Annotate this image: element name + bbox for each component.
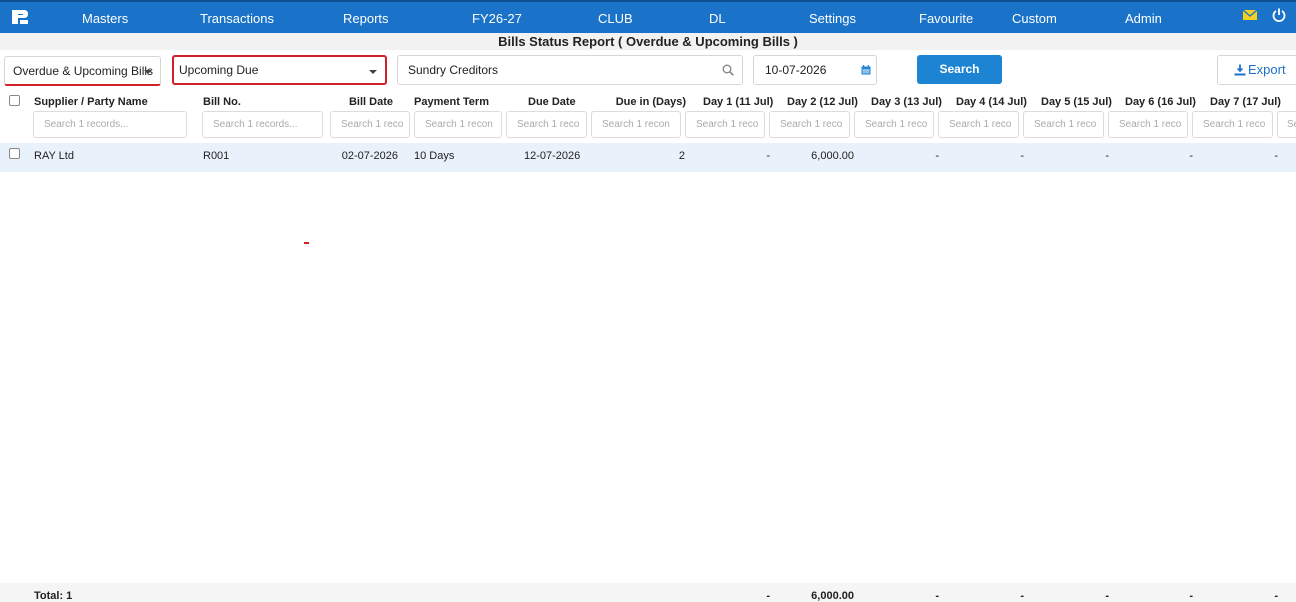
filter-supplier[interactable]: Search 1 records... bbox=[33, 111, 187, 138]
col-day-6[interactable]: Day 6 (16 Jul) bbox=[1125, 96, 1196, 108]
col-payment-term[interactable]: Payment Term bbox=[414, 96, 489, 108]
footer-day-1: - bbox=[766, 590, 770, 602]
filter-day-6[interactable]: Search 1 reco bbox=[1108, 111, 1188, 138]
col-day-2[interactable]: Day 2 (12 Jul) bbox=[787, 96, 858, 108]
nav-masters[interactable]: Masters bbox=[82, 11, 128, 26]
export-button[interactable]: Export bbox=[1217, 55, 1296, 85]
bill-type-value: Overdue & Upcoming Bills bbox=[13, 64, 154, 78]
cell-due-date: 12-07-2026 bbox=[524, 150, 581, 162]
date-input[interactable]: 10-07-2026 bbox=[753, 55, 877, 85]
red-marker bbox=[304, 242, 309, 244]
filter-day-2[interactable]: Search 1 reco bbox=[769, 111, 850, 138]
cell-day-6: - bbox=[1189, 150, 1193, 162]
date-value: 10-07-2026 bbox=[765, 63, 827, 77]
cell-payment-term: 10 Days bbox=[414, 150, 455, 162]
filter-day-1[interactable]: Search 1 reco bbox=[685, 111, 765, 138]
due-type-value: Upcoming Due bbox=[179, 63, 259, 77]
filter-day-7[interactable]: Search 1 reco bbox=[1192, 111, 1273, 138]
col-bill-date[interactable]: Bill Date bbox=[300, 96, 393, 108]
cell-bill-no: R001 bbox=[203, 150, 230, 162]
nav-reports[interactable]: Reports bbox=[343, 11, 389, 26]
cell-day-2: 6,000.00 bbox=[811, 150, 854, 162]
search-button[interactable]: Search bbox=[917, 55, 1002, 84]
calendar-icon[interactable] bbox=[861, 65, 871, 75]
cell-due-in-days: 2 bbox=[678, 150, 685, 162]
footer-day-4: - bbox=[1020, 590, 1024, 602]
col-supplier[interactable]: Supplier / Party Name bbox=[34, 96, 148, 108]
footer-day-2: 6,000.00 bbox=[811, 590, 854, 602]
mail-icon[interactable] bbox=[1242, 7, 1258, 23]
footer-day-6: - bbox=[1189, 590, 1193, 602]
caret-down-icon bbox=[144, 70, 152, 74]
nav-fy[interactable]: FY26-27 bbox=[472, 11, 522, 26]
party-group-value: Sundry Creditors bbox=[408, 63, 499, 77]
filter-day-5[interactable]: Search 1 reco bbox=[1023, 111, 1104, 138]
footer-day-7: - bbox=[1274, 590, 1278, 602]
col-day-3[interactable]: Day 3 (13 Jul) bbox=[871, 96, 942, 108]
due-type-select[interactable]: Upcoming Due bbox=[172, 55, 387, 85]
cell-bill-date: 02-07-2026 bbox=[341, 150, 398, 162]
power-icon[interactable] bbox=[1271, 7, 1287, 23]
footer-total-count: Total: 1 bbox=[34, 590, 73, 602]
select-all-checkbox[interactable] bbox=[9, 95, 20, 106]
report-title: Bills Status Report ( Overdue & Upcoming… bbox=[0, 33, 1296, 50]
download-icon bbox=[1234, 64, 1246, 76]
col-day-1[interactable]: Day 1 (11 Jul) bbox=[703, 96, 773, 108]
party-group-input[interactable]: Sundry Creditors bbox=[397, 55, 743, 85]
filter-day-4[interactable]: Search 1 reco bbox=[938, 111, 1019, 138]
top-nav: Masters Transactions Reports FY26-27 CLU… bbox=[0, 0, 1296, 33]
nav-settings[interactable]: Settings bbox=[809, 11, 856, 26]
caret-down-icon bbox=[369, 70, 377, 74]
col-due-in-days[interactable]: Due in (Days) bbox=[590, 96, 686, 108]
cell-supplier: RAY Ltd bbox=[34, 150, 74, 162]
cell-day-7: - bbox=[1274, 150, 1278, 162]
logo-icon[interactable] bbox=[10, 8, 30, 26]
cell-day-1: - bbox=[766, 150, 770, 162]
nav-admin[interactable]: Admin bbox=[1125, 11, 1162, 26]
filter-bill-date[interactable]: Search 1 reco bbox=[330, 111, 410, 138]
cell-day-3: - bbox=[935, 150, 939, 162]
filter-day-3[interactable]: Search 1 reco bbox=[854, 111, 934, 138]
cell-day-5: - bbox=[1105, 150, 1109, 162]
filter-bill-no[interactable]: Search 1 records... bbox=[202, 111, 323, 138]
filter-due-date[interactable]: Search 1 reco bbox=[506, 111, 587, 138]
footer-day-3: - bbox=[935, 590, 939, 602]
row-checkbox[interactable] bbox=[9, 148, 20, 159]
col-day-5[interactable]: Day 5 (15 Jul) bbox=[1041, 96, 1112, 108]
col-day-7[interactable]: Day 7 (17 Jul) bbox=[1210, 96, 1281, 108]
bill-type-select[interactable]: Overdue & Upcoming Bills bbox=[4, 56, 161, 86]
col-bill-no[interactable]: Bill No. bbox=[203, 96, 241, 108]
nav-favourite[interactable]: Favourite bbox=[919, 11, 973, 26]
filter-payment-term[interactable]: Search 1 recon bbox=[414, 111, 502, 138]
cell-day-4: - bbox=[1020, 150, 1024, 162]
search-icon[interactable] bbox=[722, 64, 734, 76]
filter-due-in-days[interactable]: Search 1 recon bbox=[591, 111, 681, 138]
nav-dl[interactable]: DL bbox=[709, 11, 726, 26]
filter-overflow[interactable]: Se bbox=[1277, 111, 1296, 138]
nav-custom[interactable]: Custom bbox=[1012, 11, 1057, 26]
col-day-4[interactable]: Day 4 (14 Jul) bbox=[956, 96, 1027, 108]
nav-transactions[interactable]: Transactions bbox=[200, 11, 274, 26]
col-due-date[interactable]: Due Date bbox=[528, 96, 576, 108]
footer-day-5: - bbox=[1105, 590, 1109, 602]
nav-club[interactable]: CLUB bbox=[598, 11, 633, 26]
